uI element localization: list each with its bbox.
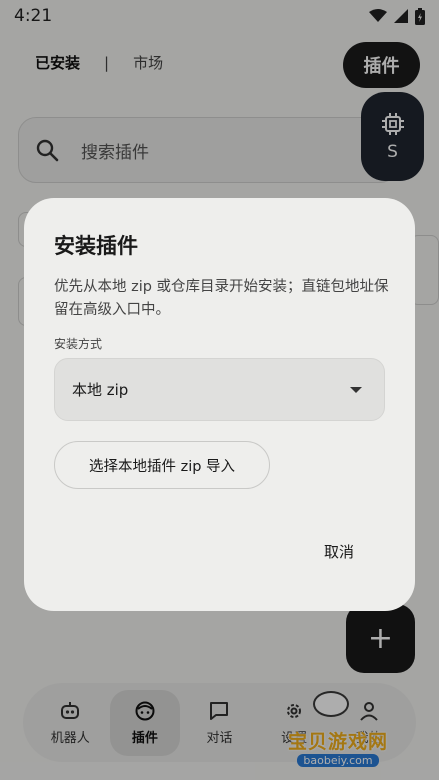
chevron-down-icon	[350, 386, 362, 393]
install-method-value: 本地 zip	[72, 381, 129, 399]
install-plugin-dialog: 安装插件 优先从本地 zip 或仓库目录开始安装；直链包地址保留在高级入口中。 …	[24, 198, 415, 611]
install-method-label: 安装方式	[54, 337, 103, 351]
cancel-button[interactable]: 取消	[324, 541, 354, 562]
dialog-description: 优先从本地 zip 或仓库目录开始安装；直链包地址保留在高级入口中。	[54, 279, 389, 318]
dialog-title: 安装插件	[54, 234, 138, 258]
install-method-select[interactable]: 本地 zip	[54, 358, 385, 421]
import-zip-button[interactable]: 选择本地插件 zip 导入	[54, 441, 270, 489]
